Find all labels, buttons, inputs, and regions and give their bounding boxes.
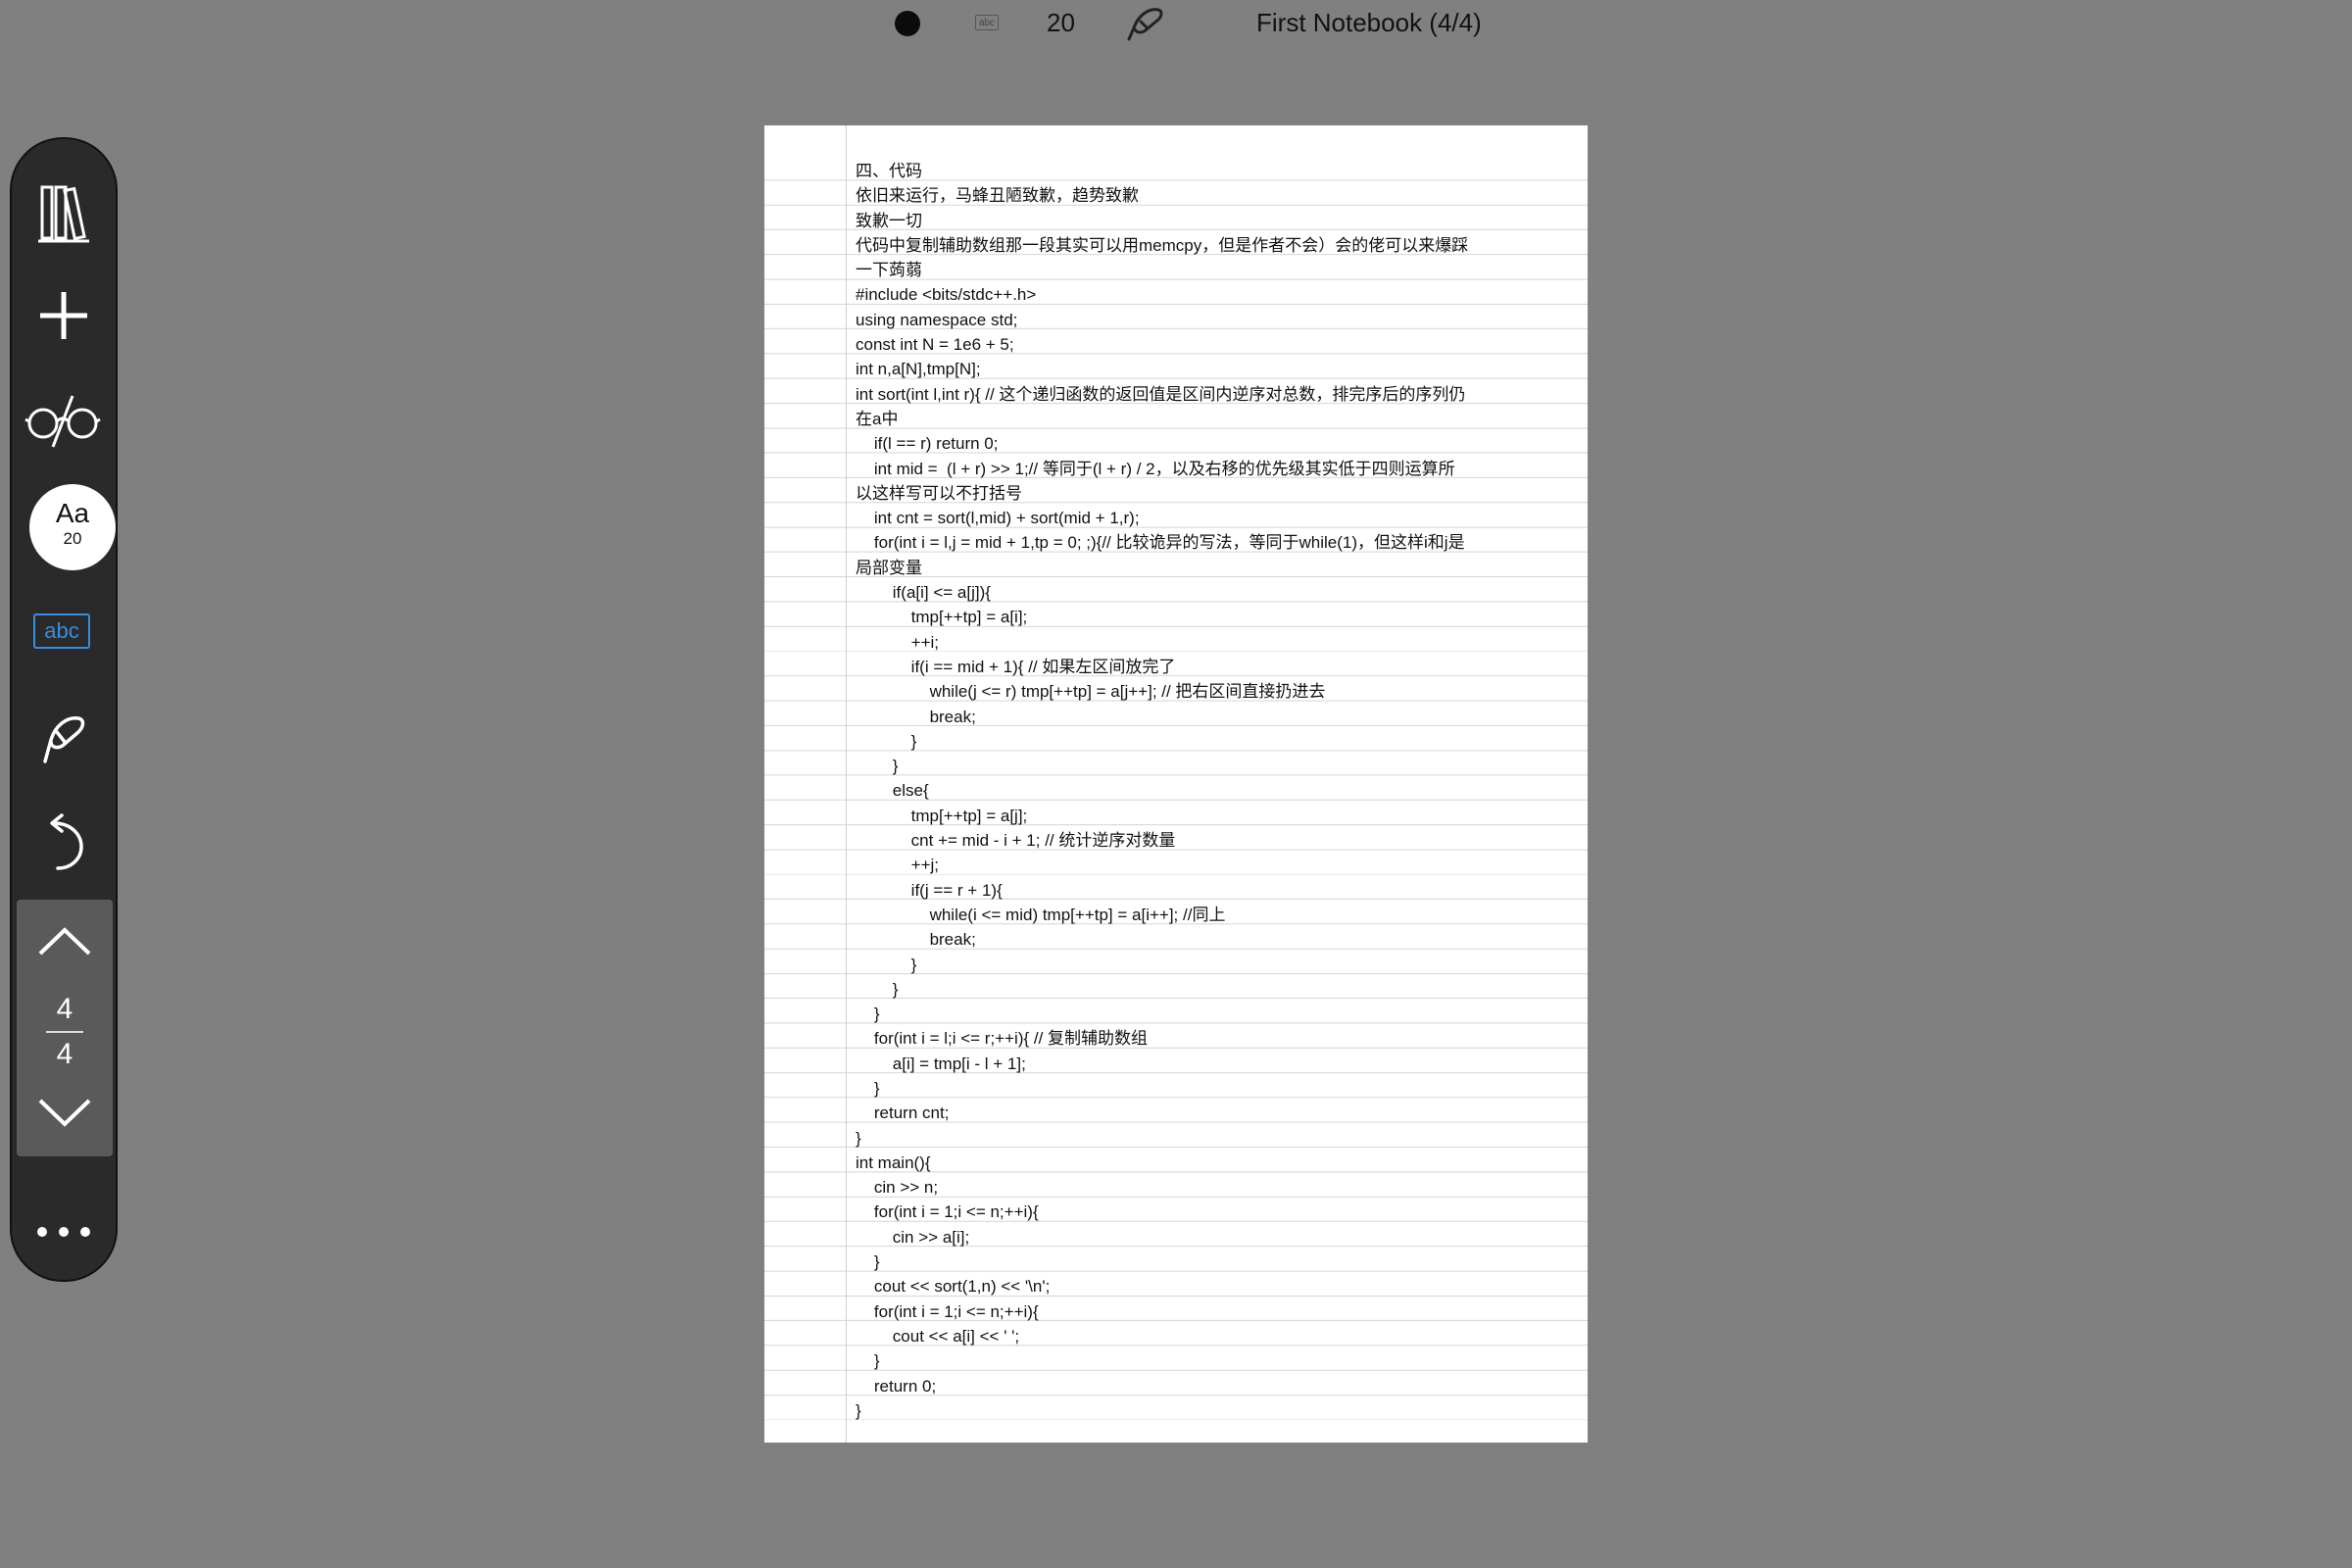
text-line: tmp[++tp] = a[j]; [856,806,1028,825]
font-size-value: 20 [63,529,82,548]
text-line: if(j == r + 1){ [856,880,1003,900]
text-line: for(int i = 1;i <= n;++i){ [856,1301,1039,1321]
font-size-button[interactable]: Aa 20 [29,484,116,570]
pen-color-icon[interactable] [895,11,920,36]
page-margin-line [846,125,847,1443]
text-line: 四、代码 [856,162,922,180]
text-line: if(i == mid + 1){ // 如果左区间放完了 [856,657,1176,676]
notebook-title: First Notebook (4/4) [1256,8,1482,37]
text-line: while(j <= r) tmp[++tp] = a[j++]; // 把右区… [856,682,1326,702]
text-line: while(i <= mid) tmp[++tp] = a[i++]; //同上 [856,905,1226,924]
text-line: int mid = (l + r) >> 1;// 等同于(l + r) / 2… [856,459,1455,478]
text-line: } [856,731,917,751]
text-line: if(l == r) return 0; [856,434,999,454]
text-line: cin >> n; [856,1178,939,1198]
notebook-page[interactable]: 四、代码依旧来运行，马蜂丑陋致歉，趋势致歉 致歉一切代码中复制辅助数组那一段其实可… [764,125,1588,1443]
page-text-content: 四、代码依旧来运行，马蜂丑陋致歉，趋势致歉 致歉一切代码中复制辅助数组那一段其实可… [856,159,1542,1423]
text-line: 在a中 [856,409,899,428]
text-line: 以这样写可以不打括号 [856,483,1022,503]
text-line: } [856,1400,861,1420]
page-down-icon[interactable] [17,1088,113,1139]
text-line: 一下蒟蒻 [856,261,922,280]
text-line: 致歉一切 [856,211,922,230]
text-line: int sort(int l,int r){ // 这个递归函数的返回值是区间内… [856,384,1466,404]
text-line: for(int i = l,j = mid + 1,tp = 0; ;){// … [856,533,1465,553]
text-line: } [856,1128,861,1148]
text-line: } [856,1351,880,1371]
text-line: int cnt = sort(l,mid) + sort(mid + 1,r); [856,509,1140,528]
text-mode-icon[interactable]: abc [975,15,999,30]
page-up-icon[interactable] [17,915,113,966]
text-line: int n,a[N],tmp[N]; [856,360,981,379]
text-line: else{ [856,781,929,801]
text-line: tmp[++tp] = a[i]; [856,608,1028,627]
current-page-number: 4 [56,993,74,1025]
text-line: a[i] = tmp[i - l + 1]; [856,1054,1026,1073]
text-line: const int N = 1e6 + 5; [856,335,1014,355]
text-line: cout << sort(1,n) << '\n'; [856,1277,1051,1297]
pen-tool-icon[interactable] [12,698,116,776]
text-line: cout << a[i] << ' '; [856,1326,1020,1346]
undo-icon[interactable] [12,804,116,882]
text-line: using namespace std; [856,310,1018,329]
text-line: int main(){ [856,1152,931,1172]
total-page-number: 4 [56,1038,74,1070]
left-toolbar: Aa 20 abc 4 4 [10,137,118,1282]
text-line: } [856,1004,880,1024]
text-line: cnt += mid - i + 1; // 统计逆序对数量 [856,831,1176,851]
page-navigator: 4 4 [17,900,113,1156]
text-recognition-icon[interactable]: abc [33,613,90,649]
add-icon[interactable] [12,276,116,355]
font-label: Aa [55,498,90,528]
text-line: for(int i = 1;i <= n;++i){ [856,1202,1039,1222]
text-line: 局部变量 [856,558,922,577]
text-line: } [856,979,899,999]
text-line: break; [856,707,976,726]
glasses-icon[interactable] [12,382,116,461]
text-line: return cnt; [856,1103,950,1123]
text-line: ++i; [856,632,940,652]
stroke-size-label[interactable]: 20 [1047,8,1075,38]
text-line: break; [856,930,976,950]
text-line: } [856,1252,880,1272]
text-line: ++j; [856,856,940,875]
text-line: #include <bits/stdc++.h> [856,285,1037,305]
top-status-bar: abc 20 First Notebook (4/4) [0,0,2352,49]
text-line: return 0; [856,1376,937,1396]
more-icon[interactable] [12,1207,116,1256]
text-line: } [856,757,899,776]
text-line: } [856,955,917,974]
library-icon[interactable] [12,174,116,253]
text-line: if(a[i] <= a[j]){ [856,583,991,603]
text-line: 依旧来运行，马蜂丑陋致歉，趋势致歉 [856,186,1139,206]
pen-icon[interactable] [1125,4,1166,43]
text-line: } [856,1078,880,1098]
text-line: 代码中复制辅助数组那一段其实可以用memcpy，但是作者不会）会的佬可以来爆踩 [856,235,1469,255]
page-divider [46,1031,83,1033]
text-line: for(int i = l;i <= r;++i){ // 复制辅助数组 [856,1029,1149,1049]
text-line: cin >> a[i]; [856,1227,970,1247]
